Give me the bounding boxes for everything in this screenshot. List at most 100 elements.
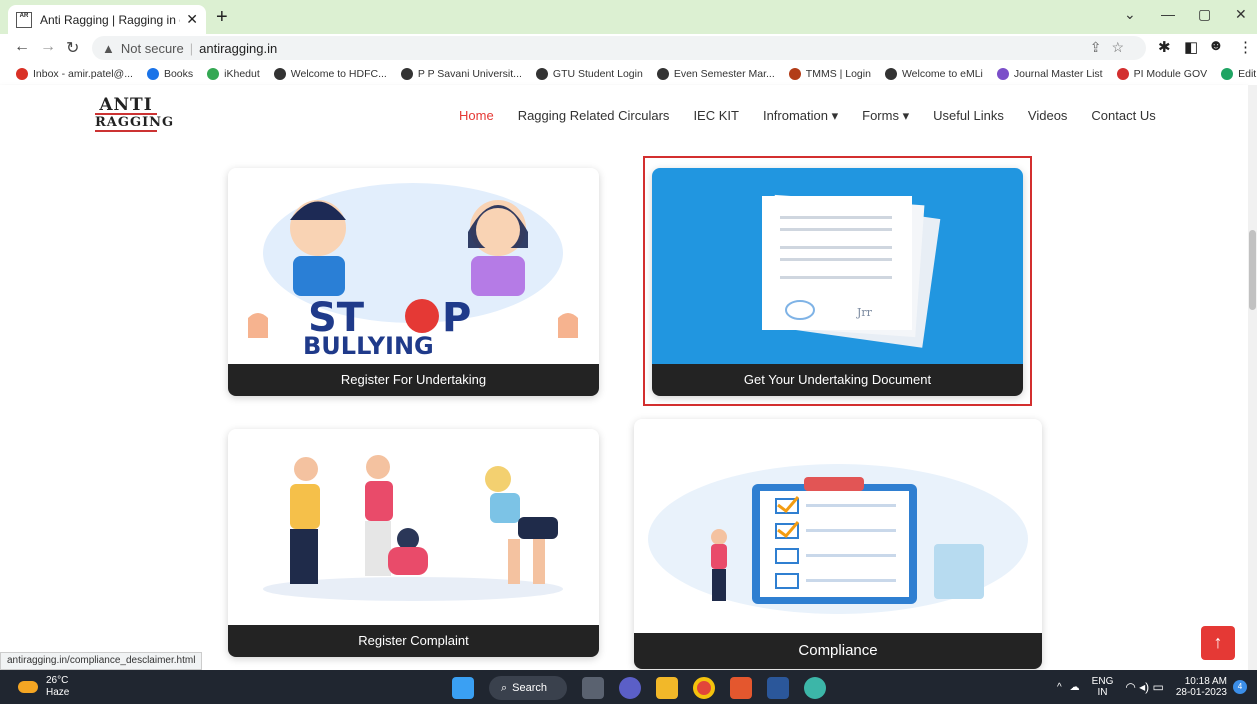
profile-avatar[interactable]: ☻ — [1208, 37, 1224, 54]
main-menu: Home Ragging Related Circulars IEC KIT Infr… — [459, 108, 1180, 124]
close-window-button[interactable]: ✕ — [1235, 6, 1247, 23]
close-tab-icon[interactable]: ✕ — [186, 11, 198, 28]
bookmark-item[interactable]: P P Savani Universit... — [400, 67, 522, 80]
taskbar-search[interactable]: ⌕ Search — [489, 676, 567, 700]
windows-start-icon[interactable] — [452, 677, 474, 699]
site-favicon: AR — [16, 11, 32, 28]
url-text: antiragging.in — [199, 40, 278, 56]
weather-icon — [18, 681, 38, 693]
new-tab-button[interactable]: + — [216, 6, 228, 29]
forward-button[interactable]: → — [40, 38, 56, 56]
security-label: Not secure — [120, 40, 184, 56]
stop-text-p: P — [442, 295, 471, 341]
nav-item[interactable]: Contact Us — [1091, 108, 1155, 124]
bookmark-icon — [400, 67, 413, 80]
card-caption: Compliance — [634, 633, 1042, 669]
bookmark-item[interactable]: Edit PDF — [1221, 67, 1257, 80]
task-view-icon[interactable] — [582, 677, 604, 699]
side-panel-icon[interactable]: ◧ — [1184, 38, 1198, 56]
back-button[interactable]: ← — [14, 38, 30, 56]
bookmark-icon — [996, 67, 1009, 80]
bookmark-item[interactable]: Welcome to eMLi — [884, 67, 983, 80]
page-scrollbar[interactable] — [1248, 85, 1257, 670]
bookmark-icon — [884, 67, 897, 80]
word-icon[interactable] — [767, 677, 789, 699]
page-content: ST P BULLYING Register For Undertaking J… — [0, 143, 1248, 670]
restore-button[interactable]: ▢ — [1198, 6, 1211, 23]
notification-badge[interactable]: 4 — [1233, 680, 1247, 694]
search-icon: ⌕ — [501, 681, 508, 694]
share-star-icons[interactable]: ⇪☆ — [1090, 39, 1134, 56]
nav-item[interactable]: Ragging Related Circulars — [518, 108, 670, 124]
bookmark-item[interactable]: Inbox - amir.patel@... — [16, 67, 133, 80]
wifi-volume-battery-icons[interactable]: ◠ ◂) ▭ — [1125, 681, 1164, 693]
clock[interactable]: 10:18 AM 28-01-2023 — [1176, 676, 1227, 698]
stop-bullying-illustration: ST P BULLYING — [248, 183, 578, 360]
browser-tab[interactable]: AR Anti Ragging | Ragging in college ✕ — [8, 5, 206, 34]
windows-taskbar: 26°C Haze ⌕ Search ^ ☁ ENG IN ◠ ◂) ▭ 10:1… — [0, 670, 1257, 704]
bookmark-icon — [146, 67, 159, 80]
svg-text:Jrr: Jrr — [856, 306, 873, 319]
bookmark-icon — [1116, 67, 1129, 80]
reload-button[interactable]: ↻ — [66, 38, 79, 58]
bookmark-icon — [273, 67, 286, 80]
nav-item[interactable]: Infromation ▾ — [763, 108, 838, 124]
system-tray: ^ ☁ ENG IN ◠ ◂) ▭ 10:18 AM 28-01-2023 4 — [1057, 676, 1247, 698]
link-status-url: antiragging.in/compliance_desclaimer.htm… — [0, 652, 203, 670]
bookmark-icon — [1221, 67, 1234, 80]
get-undertaking-document-card[interactable]: Jrr Get Your Undertaking Document — [652, 168, 1023, 396]
bookmark-item[interactable]: Welcome to HDFC... — [273, 67, 387, 80]
nav-item[interactable]: IEC KIT — [693, 108, 739, 124]
browser-tabbar: AR Anti Ragging | Ragging in college ✕ +… — [0, 0, 1257, 34]
file-explorer-icon[interactable] — [656, 677, 678, 699]
card-caption: Register Complaint — [228, 625, 599, 657]
bookmark-item[interactable]: iKhedut — [207, 67, 260, 80]
bookmark-item[interactable]: GTU Student Login — [535, 67, 643, 80]
tab-title: Anti Ragging | Ragging in college — [40, 12, 180, 27]
network-app-icon[interactable] — [804, 677, 826, 699]
bookmark-icon — [535, 67, 548, 80]
nav-item[interactable]: Home — [459, 108, 494, 124]
bookmark-item[interactable]: Journal Master List — [996, 67, 1103, 80]
bookmark-item[interactable]: Books — [146, 67, 193, 80]
weather-widget[interactable]: 26°C Haze — [18, 675, 69, 699]
anti-ragging-logo[interactable]: ANTI RAGGING — [95, 97, 173, 132]
office-icon[interactable] — [730, 677, 752, 699]
bookmark-item[interactable]: Even Semester Mar... — [656, 67, 775, 80]
warning-icon: ▲ — [102, 40, 115, 56]
bullying-group-illustration — [263, 455, 563, 601]
chrome-icon[interactable] — [693, 677, 715, 699]
register-undertaking-card[interactable]: ST P BULLYING Register For Undertaking — [228, 168, 599, 396]
address-toolbar: ← → ↻ ▲ Not secure | antiragging.in ⇪☆ ✱… — [0, 34, 1257, 62]
scrollbar-thumb[interactable] — [1249, 230, 1256, 310]
document-illustration: Jrr — [652, 168, 1023, 364]
address-bar[interactable]: ▲ Not secure | antiragging.in ⇪☆ — [92, 36, 1146, 60]
bookmarks-bar: Inbox - amir.patel@... Books iKhedut Welcom… — [0, 62, 1257, 85]
scroll-to-top-button[interactable]: ↑ — [1201, 626, 1235, 660]
menu-kebab-icon[interactable]: ⋮ — [1238, 38, 1253, 56]
nav-item[interactable]: Useful Links — [933, 108, 1004, 124]
compliance-card[interactable]: Compliance — [634, 419, 1042, 669]
site-navbar: ANTI RAGGING Home Ragging Related Circula… — [0, 85, 1248, 143]
nav-item[interactable]: Forms ▾ — [862, 108, 909, 124]
bookmark-item[interactable]: PI Module GOV — [1116, 67, 1207, 80]
bookmark-icon — [207, 67, 220, 80]
teams-icon[interactable] — [619, 677, 641, 699]
compliance-checklist-illustration — [648, 464, 1028, 614]
bookmark-icon — [788, 67, 801, 80]
bookmark-item[interactable]: TMMS | Login — [788, 67, 871, 80]
bookmark-icon — [656, 67, 669, 80]
chevron-up-icon[interactable]: ^ — [1057, 682, 1062, 693]
card-caption: Get Your Undertaking Document — [652, 364, 1023, 396]
nav-item[interactable]: Videos — [1028, 108, 1068, 124]
bullying-text: BULLYING — [303, 332, 434, 360]
language-indicator[interactable]: ENG IN — [1092, 676, 1114, 698]
card-caption: Register For Undertaking — [228, 364, 599, 396]
minimize-button[interactable]: — — [1161, 6, 1175, 22]
register-complaint-card[interactable]: Register Complaint — [228, 429, 599, 657]
weather-label: Haze — [46, 687, 70, 698]
tab-search-icon[interactable]: ⌄ — [1124, 6, 1136, 23]
extensions-icon[interactable]: ✱ — [1158, 38, 1171, 56]
bookmark-icon — [16, 67, 28, 80]
cloud-icon[interactable]: ☁ — [1070, 682, 1080, 693]
